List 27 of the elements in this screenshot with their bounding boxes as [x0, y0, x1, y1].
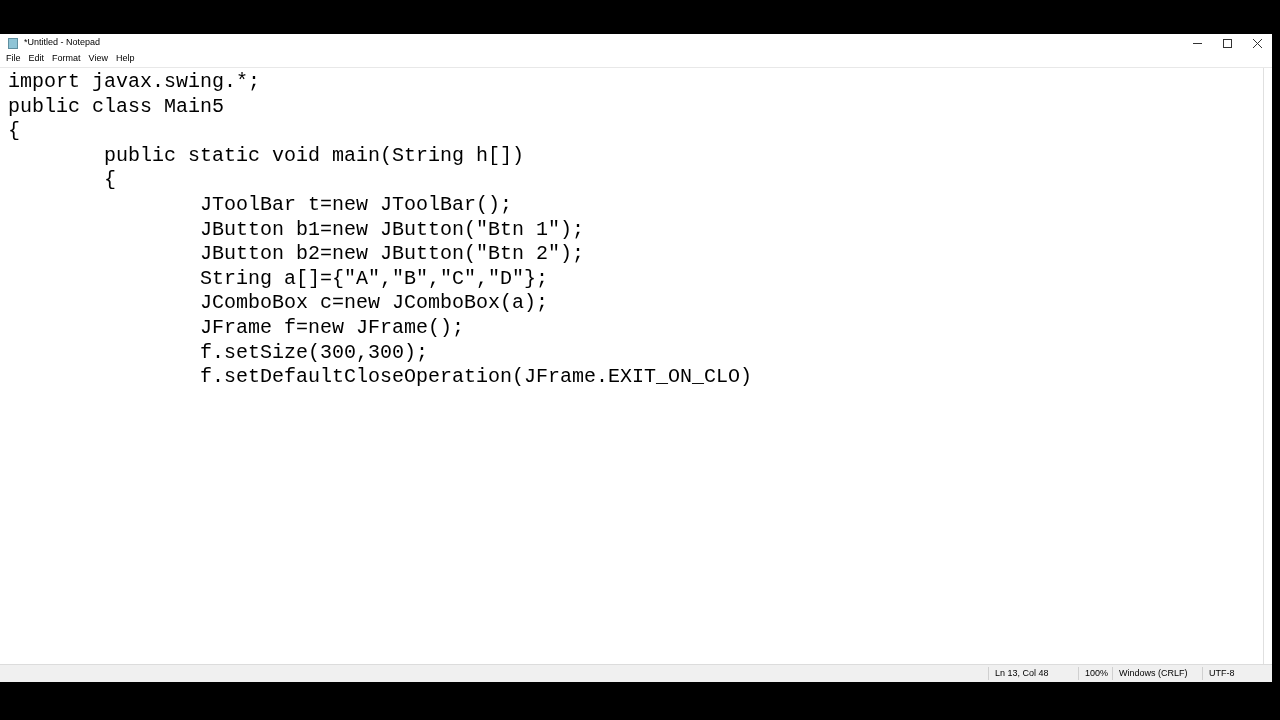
code-line: public class Main5	[8, 94, 225, 120]
menu-item[interactable]: Edit	[24, 52, 49, 66]
cursor-position: Ln 13, Col 48	[988, 666, 1078, 681]
code-line: JToolBar t=new JToolBar();	[199, 192, 513, 218]
menu-item[interactable]: File	[2, 52, 25, 66]
code-line: f.setDefaultCloseOperation(JFrame.EXIT_ON_CLO)	[199, 365, 753, 390]
menu-item[interactable]: Format	[48, 52, 85, 66]
code-line: {	[103, 168, 117, 193]
minimize-icon	[1192, 42, 1202, 44]
code-line: JComboBox c=new JComboBox(a);	[199, 291, 549, 316]
window-title: *Untitled - Notepad	[24, 36, 101, 50]
menu-item[interactable]: Help	[111, 52, 139, 66]
code-line: import javax.swing.*;	[8, 70, 261, 95]
code-line: {	[8, 119, 20, 144]
close-icon	[1252, 38, 1262, 48]
code-line: JButton b1=new JButton("Btn 1");	[199, 217, 585, 243]
zoom-level: 100%	[1078, 666, 1112, 681]
encoding: UTF-8	[1202, 666, 1272, 681]
notepad-icon	[8, 37, 18, 49]
code-line: JButton b2=new JButton("Btn 2");	[199, 242, 585, 267]
code-line: JFrame f=new JFrame();	[199, 315, 465, 341]
menu-item[interactable]: View	[84, 52, 112, 66]
maximize-icon	[1222, 38, 1232, 48]
line-ending: Windows (CRLF)	[1112, 666, 1202, 681]
code-line: public static void main(String h[])	[103, 143, 525, 169]
code-line: f.setSize(300,300);	[199, 340, 429, 366]
code-line: String a[]={"A","B","C","D"};	[199, 266, 549, 292]
